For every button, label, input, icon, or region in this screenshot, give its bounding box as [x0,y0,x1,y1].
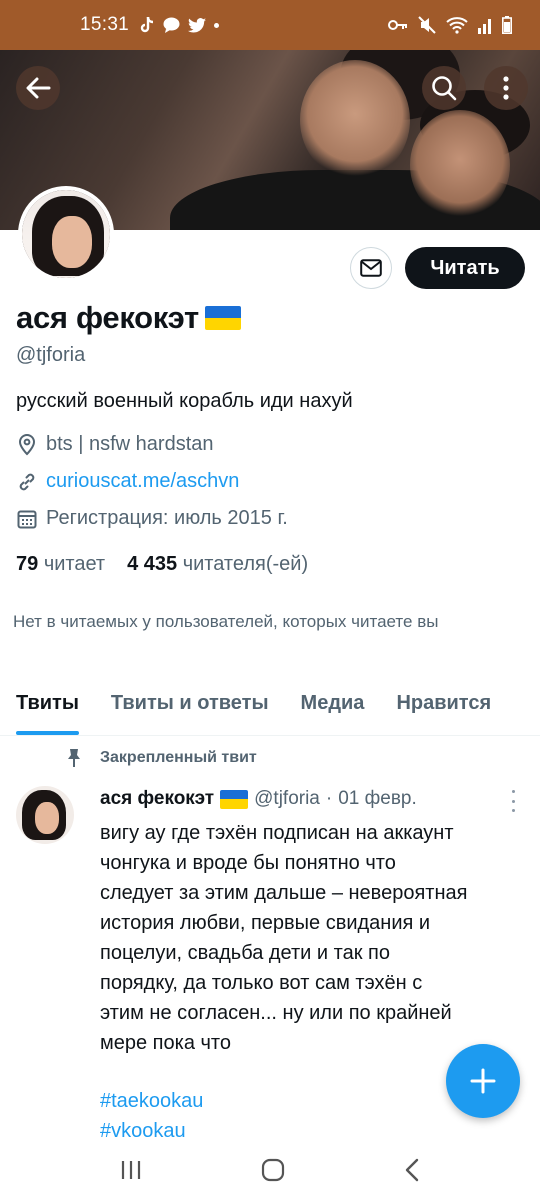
more-vertical-icon [503,76,509,100]
tweet-avatar[interactable] [16,786,74,844]
followers-count: 4 435 [127,553,178,575]
profile-name-row: ася фекокэт [16,300,241,336]
ukraine-flag-icon [220,789,249,809]
tab-likes[interactable]: Нравится [396,676,491,735]
tweet-date: 01 февр. [338,788,417,809]
location-text: bts | nsfw hardstan [46,433,214,455]
profile-display-name: ася фекокэт [16,300,199,335]
profile-joined: Регистрация: июль 2015 г. [16,507,288,530]
tweet-author-handle: @tjforia [254,788,320,809]
compose-tweet-button[interactable] [446,1044,520,1118]
recent-apps-icon[interactable] [120,1159,142,1181]
tab-tweets[interactable]: Твиты [16,676,79,735]
tweet-header: ася фекокэт @tjforia · 01 февр. [100,788,417,810]
followers-label: читателя(-ей) [182,553,309,575]
tweet-more-icon[interactable] [506,790,520,812]
status-time: 15:31 [80,14,130,35]
following-stat[interactable]: 79 читает [16,553,105,576]
pin-icon [68,749,80,767]
tab-tweets-replies[interactable]: Твиты и ответы [111,676,269,735]
follow-button[interactable]: Читать [405,247,525,289]
pinned-label: Закрепленный твит [100,749,257,766]
tweet-line: чонгука и вроде бы понятно что [100,852,396,874]
tweet-line: вигу ау где тэхён подписан на аккаунт [100,822,454,844]
battery-icon [502,16,512,34]
more-button[interactable] [484,66,528,110]
plus-icon [470,1068,496,1094]
profile-location: bts | nsfw hardstan [16,433,214,456]
tweet-line: поцелуи, свадьба дети и так по [100,942,390,964]
followed-by-text: Нет в читаемых у пользователей, которых … [13,612,439,631]
tweet-author-name[interactable]: ася фекокэт [100,788,214,810]
link-text[interactable]: curiouscat.me/aschvn [46,470,239,493]
search-icon [432,76,457,101]
tweet-hashtags: #taekookau #vkookau [100,1086,203,1146]
signal-icon [478,19,491,34]
tweet-separator: · [325,788,333,809]
profile-stats: 79 читает 4 435 читателя(-ей) [16,553,308,576]
profile-link[interactable]: curiouscat.me/aschvn [16,470,239,493]
home-icon[interactable] [261,1158,285,1182]
tweet-line: следует за этим дальше – невероятная [100,882,468,904]
dot-icon [214,22,220,28]
tweet-line: история любви, первые свидания и [100,912,431,934]
pinned-indicator: Закрепленный твит [66,748,257,768]
hashtag-link[interactable]: #taekookau [100,1086,203,1116]
search-button[interactable] [422,66,466,110]
back-button[interactable] [16,66,60,110]
wifi-icon [446,17,468,34]
location-pin-icon [16,433,38,456]
tab-media[interactable]: Медиа [301,676,365,735]
status-bar: 15:31 [0,0,540,50]
joined-text: Регистрация: июль 2015 г. [46,507,288,529]
following-count: 79 [16,553,39,575]
tweet-line: этим не согласен... ну или по крайней [100,1002,452,1024]
message-button[interactable] [350,247,392,289]
twitter-bird-icon [188,17,207,32]
profile-avatar[interactable] [18,186,114,282]
envelope-icon [360,259,382,277]
key-icon [388,20,407,30]
link-icon [16,471,38,493]
tweet-text: вигу ау где тэхён подписан на аккаунт чо… [100,818,520,1058]
arrow-left-icon [26,77,51,99]
back-nav-icon[interactable] [404,1158,420,1182]
profile-handle: @tjforia [16,344,86,366]
followers-stat[interactable]: 4 435 читателя(-ей) [127,553,308,576]
following-label: читает [43,553,106,575]
ukraine-flag-icon [204,306,241,330]
profile-bio: русский военный корабль иди нахуй [16,390,353,412]
tiktok-icon [140,16,154,33]
chat-bubble-icon [163,17,180,33]
android-nav-bar [0,1140,540,1200]
mute-icon [418,16,436,34]
tweet-line: порядку, да только вот сам тэхён с [100,972,423,994]
calendar-icon [16,508,38,530]
profile-tabs: Твиты Твиты и ответы Медиа Нравится [0,676,540,736]
